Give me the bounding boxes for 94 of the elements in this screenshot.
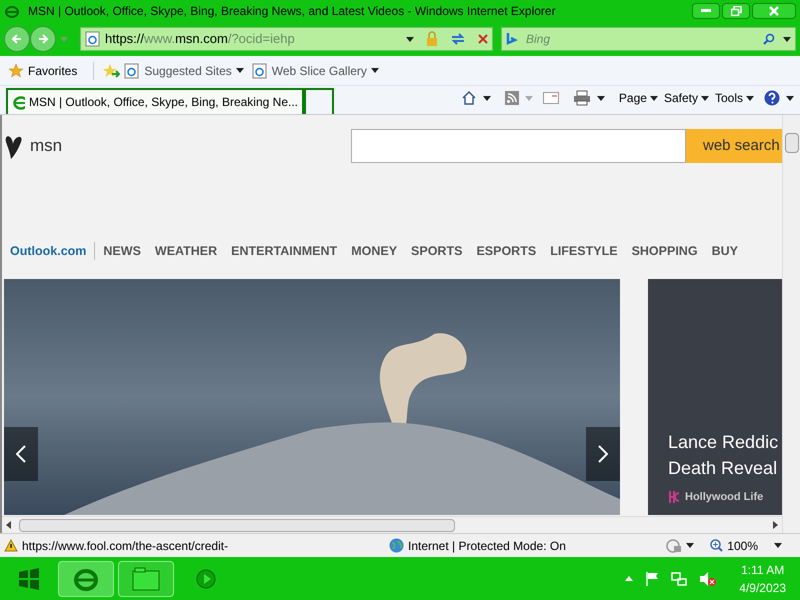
close-button[interactable] [752,3,796,19]
caret-icon[interactable] [650,96,658,100]
flag-icon[interactable] [645,570,660,586]
nav-link[interactable]: ESPORTS [476,242,536,260]
caret-icon[interactable] [370,68,379,73]
nav-link[interactable]: ENTERTAINMENT [231,242,338,260]
forward-button[interactable] [30,26,56,52]
folder-icon [132,566,160,590]
nav-link[interactable]: Outlook.com [10,242,86,260]
taskbar-browser-button[interactable] [58,560,114,596]
next-slide-button[interactable] [586,427,620,481]
restore-button[interactable] [722,3,750,19]
page-icon [124,62,140,78]
address-bar[interactable]: https://www.msn.com/?ocid=iehp [80,27,493,51]
status-url: https://www.fool.com/the-ascent/credit- [22,538,230,554]
forward-arrow-icon [37,33,49,45]
taskbar-folder-button[interactable] [118,560,174,596]
add-favorite-icon[interactable] [102,62,120,78]
caret-icon[interactable] [700,96,709,100]
caret-icon[interactable] [746,96,754,100]
caret-icon[interactable] [596,96,605,100]
show-hidden-icons-icon[interactable] [625,576,634,581]
back-button[interactable] [4,26,30,52]
nav-link[interactable]: SHOPPING [632,242,698,260]
zoom-icon[interactable] [710,539,724,552]
network-icon[interactable] [671,570,688,586]
search-provider-icon [506,32,518,46]
nav-link[interactable]: NEWS [103,242,141,260]
help-icon[interactable] [764,90,780,106]
warning-icon [4,539,18,552]
home-icon[interactable] [460,90,477,106]
menu-button[interactable]: Page [618,89,647,107]
zoom-level-button[interactable]: 100% [727,536,758,554]
headline-text: Death Reveal [668,456,778,480]
chevron-right-icon [598,445,608,463]
favorites-link[interactable]: Suggested Sites [144,62,232,80]
stop-icon[interactable] [478,34,488,44]
feed-icon[interactable] [504,91,519,105]
close-icon [769,6,779,16]
padlock-icon [426,31,438,47]
mail-icon[interactable] [542,92,559,104]
address-text: https://www.msn.com/?ocid=iehp [105,30,295,48]
vertical-scrollbar-thumb[interactable] [784,133,798,153]
browser-logo-icon [12,94,25,110]
source-label: Hollywood Life [685,490,764,504]
nav-link[interactable]: MONEY [351,242,398,260]
caret-icon[interactable] [786,96,794,100]
horizontal-scrollbar-thumb[interactable] [19,518,455,532]
caret-icon[interactable] [774,543,782,548]
caret-icon[interactable] [482,96,491,100]
printer-icon[interactable] [572,90,591,106]
nav-link[interactable]: SPORTS [411,242,462,260]
nav-link[interactable]: BUY [712,242,738,260]
news-card[interactable]: Lance Reddic Death Reveal Hollywood Life [648,279,782,515]
menu-button[interactable]: Tools [714,89,743,107]
msn-logo-text: msn [30,135,62,158]
security-zone-label: Internet | Protected Mode: On [408,538,566,554]
caret-icon[interactable] [783,36,791,42]
star-icon [8,62,24,78]
scroll-left-icon[interactable] [6,521,11,529]
favorites-button[interactable]: Favorites [28,62,78,80]
window-title: MSN | Outlook, Office, Skype, Bing, Breaking News, and Latest Videos - Windows Internet Explorer [28,3,556,20]
scroll-right-icon[interactable] [773,521,778,529]
headline-text: Lance Reddic [668,430,780,454]
browser-logo-icon [4,3,20,19]
refresh-icon[interactable] [450,32,466,46]
favorites-link[interactable]: Web Slice Gallery [272,62,367,80]
search-field[interactable]: Bing [526,30,763,48]
web-search-button[interactable]: web search [686,129,782,163]
web-search-field[interactable] [351,129,686,163]
new-tab-button[interactable] [304,88,334,114]
page-icon [252,62,268,78]
back-arrow-icon [11,33,23,45]
caret-icon[interactable] [406,36,414,42]
restore-icon [730,6,742,16]
minimize-icon [701,9,711,13]
nav-link[interactable]: LIFESTYLE [550,242,618,260]
page-icon [85,31,101,47]
menu-button[interactable]: Safety [664,89,698,107]
muted-speaker-icon[interactable] [699,570,718,586]
windows-logo-icon [18,568,40,590]
caret-icon[interactable] [236,68,244,73]
minimize-button[interactable] [692,3,720,19]
globe-icon [389,538,404,553]
caret-icon[interactable] [686,543,694,548]
chevron-left-icon [16,445,26,463]
tab-title: MSN | Outlook, Office, Skype, Bing, Breaking Ne... [28,94,298,111]
source-logo-icon [668,490,680,504]
previous-slide-button[interactable] [4,427,38,481]
nav-link[interactable]: WEATHER [154,242,218,260]
play-icon [196,568,216,588]
search-icon[interactable] [763,33,775,45]
search-box[interactable]: Bing [501,27,796,51]
tab[interactable]: MSN | Outlook, Office, Skype, Bing, Breaking Ne... [6,88,304,114]
